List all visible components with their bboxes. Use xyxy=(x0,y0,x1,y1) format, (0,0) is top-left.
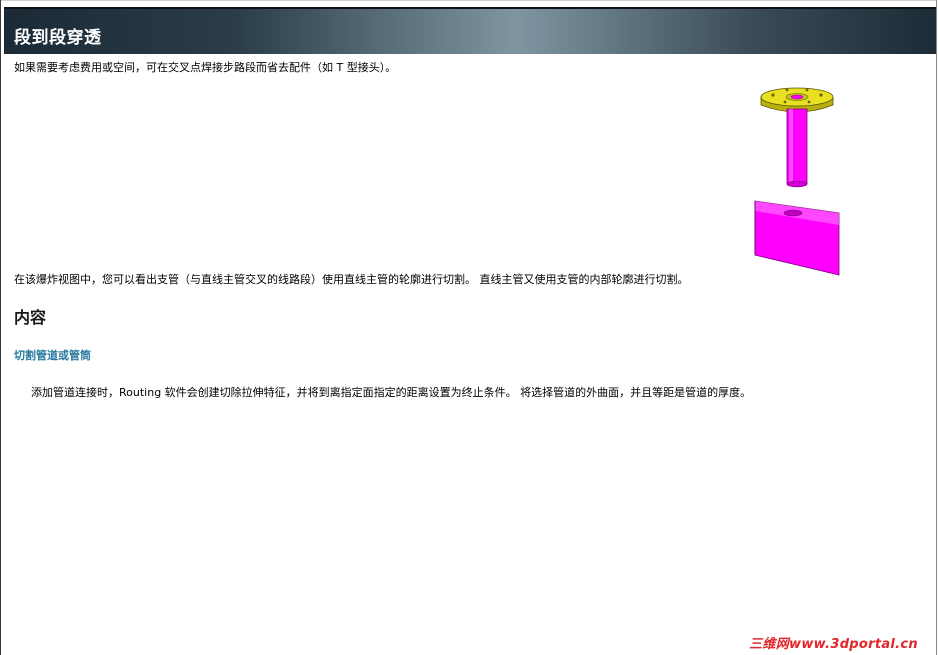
section-heading: 内容 xyxy=(14,308,47,327)
cut-pipe-link[interactable]: 切割管道或管筒 xyxy=(14,347,91,363)
title-bar: 段到段穿透 xyxy=(4,7,936,54)
exploded-pipe-illustration xyxy=(754,87,840,276)
top-rule xyxy=(1,0,936,7)
main-pipe-shape xyxy=(754,200,840,276)
help-page: 段到段穿透 如果需要考虑费用或空间，可在交叉点焊接步路段而省去配件（如 T 型接… xyxy=(0,0,937,655)
intro-paragraph: 如果需要考虑费用或空间，可在交叉点焊接步路段而省去配件（如 T 型接头）。 xyxy=(14,61,397,74)
page-title: 段到段穿透 xyxy=(14,28,102,48)
flange-shape xyxy=(760,87,834,113)
explanation-paragraph: 在该爆炸视图中，您可以看出支管（与直线主管交叉的线路段）使用直线主管的轮廓进行切… xyxy=(14,273,689,286)
branch-pipe-shape xyxy=(786,108,808,188)
body-paragraph: 添加管道连接时，Routing 软件会创建切除拉伸特征，并将到离指定面指定的距离… xyxy=(31,386,752,399)
watermark-text: 三维网www.3dportal.cn xyxy=(749,637,918,652)
